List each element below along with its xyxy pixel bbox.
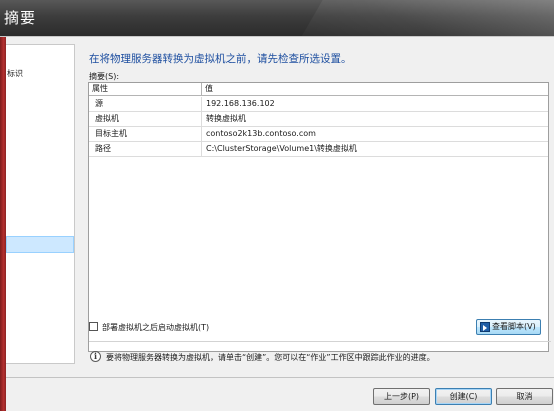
create-button[interactable]: 创建(C) [435, 388, 492, 405]
view-script-label: 查看脚本(V) [492, 322, 536, 331]
row-value: contoso2k13b.contoso.com [206, 129, 316, 138]
row-property: 源 [89, 97, 202, 112]
row-property: 路径 [89, 142, 202, 157]
table-row[interactable]: 目标主机 contoso2k13b.contoso.com [89, 127, 548, 142]
info-text: 要将物理服务器转换为虚拟机，请单击“创建”。您可以在“作业”工作区中跟踪此作业的… [106, 353, 435, 362]
script-icon [480, 322, 490, 332]
start-vm-checkbox[interactable] [89, 322, 98, 331]
title-divider [0, 36, 554, 37]
summary-label: 摘要(S): [89, 72, 120, 81]
row-value: C:\ClusterStorage\Volume1\转换虚拟机 [206, 144, 357, 153]
main-panel: 在将物理服务器转换为虚拟机之前，请先检查所选设置。 摘要(S): 属性 值 源 … [80, 44, 554, 374]
wizard-steps-panel: 标识 [6, 44, 75, 364]
step-identify[interactable]: 标识 [6, 65, 74, 82]
start-vm-checkbox-label[interactable]: 部署虚拟机之后启动虚拟机(T) [102, 322, 209, 333]
row-value: 转换虚拟机 [206, 114, 246, 123]
page-heading: 在将物理服务器转换为虚拟机之前，请先检查所选设置。 [89, 53, 352, 65]
title-bar[interactable]: 摘要 [0, 0, 554, 36]
column-header-value[interactable]: 值 [202, 83, 548, 96]
footer-divider [6, 377, 554, 378]
step-summary-selected[interactable] [6, 236, 74, 253]
window-title: 摘要 [4, 9, 37, 27]
row-value: 192.168.136.102 [206, 99, 275, 108]
cancel-button[interactable]: 取消 [496, 388, 553, 405]
row-property: 虚拟机 [89, 112, 202, 127]
row-property: 目标主机 [89, 127, 202, 142]
table-row[interactable]: 源 192.168.136.102 [89, 97, 548, 112]
info-divider [89, 341, 551, 342]
table-row[interactable]: 虚拟机 转换虚拟机 [89, 112, 548, 127]
table-row[interactable]: 路径 C:\ClusterStorage\Volume1\转换虚拟机 [89, 142, 548, 157]
info-icon: i [90, 351, 101, 362]
column-header-property[interactable]: 属性 [89, 83, 202, 96]
previous-button[interactable]: 上一步(P) [373, 388, 430, 405]
step-identify-label: 标识 [7, 69, 23, 78]
view-script-button[interactable]: 查看脚本(V) [476, 319, 541, 335]
grid-header: 属性 值 [89, 83, 548, 96]
summary-grid[interactable]: 属性 值 源 192.168.136.102 虚拟机 转换虚拟机 目标主机 co… [88, 82, 549, 352]
